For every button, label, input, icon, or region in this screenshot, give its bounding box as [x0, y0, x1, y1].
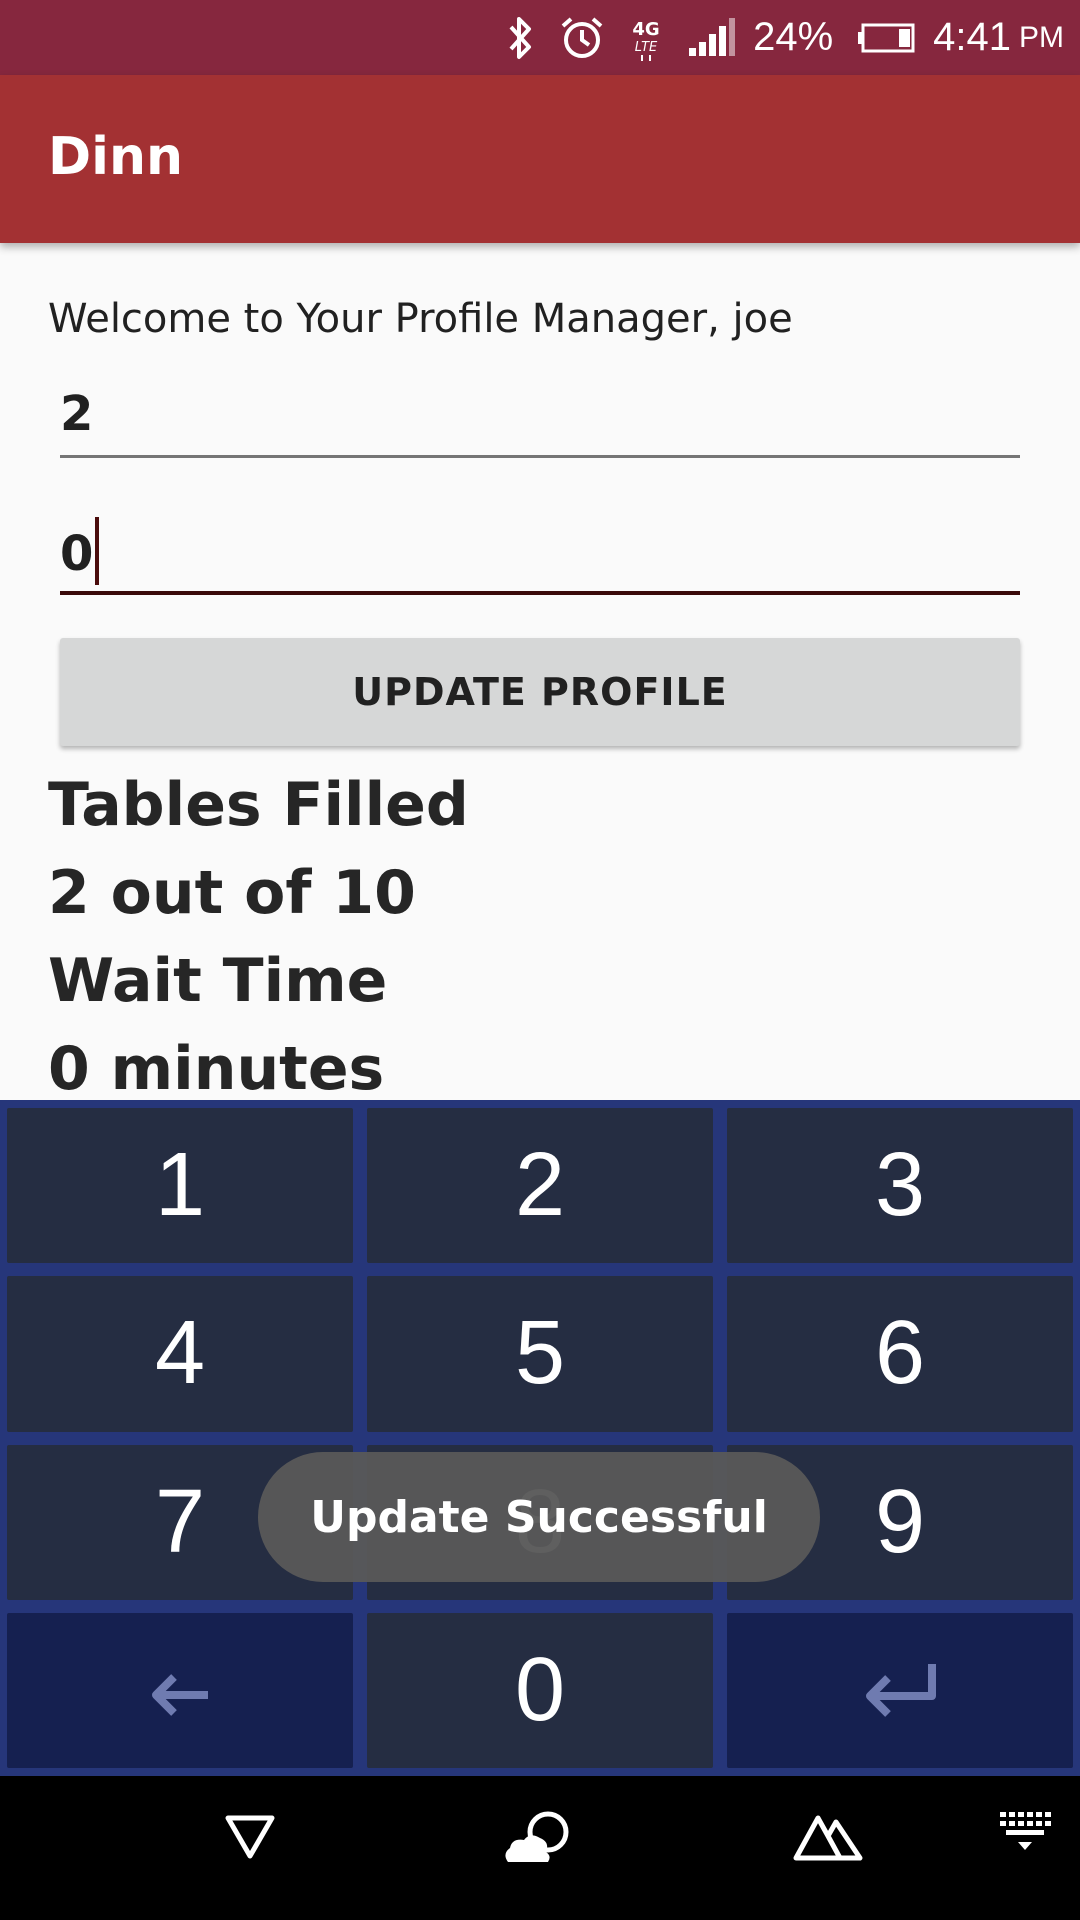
- wait-time-label: Wait Time: [48, 946, 388, 1016]
- backspace-arrow-icon: [148, 1639, 212, 1742]
- wait-time-input-value: 0: [60, 517, 100, 591]
- app-bar: Dinn: [0, 75, 1080, 243]
- wait-time-value: 0 minutes: [48, 1034, 385, 1104]
- numeric-keypad: 1 2 3 4 5 6 7 8 9 0: [0, 1100, 1080, 1776]
- tables-filled-input-value: 2: [60, 386, 94, 442]
- alarm-icon: [559, 15, 605, 61]
- home-cloud-icon[interactable]: [500, 1808, 576, 1868]
- key-2[interactable]: 2: [367, 1108, 713, 1264]
- back-icon[interactable]: [222, 1808, 278, 1864]
- tables-filled-input[interactable]: 2: [60, 378, 1020, 458]
- key-3[interactable]: 3: [727, 1108, 1073, 1264]
- enter-key[interactable]: [727, 1612, 1073, 1768]
- key-6[interactable]: 6: [727, 1276, 1073, 1432]
- key-5[interactable]: 5: [367, 1276, 713, 1432]
- svg-text:4G: 4G: [632, 19, 659, 40]
- update-profile-button[interactable]: UPDATE PROFILE: [60, 638, 1020, 746]
- svg-text:LTE: LTE: [635, 40, 658, 55]
- enter-icon: [860, 1639, 940, 1742]
- clock-ampm: PM: [1019, 20, 1064, 54]
- navigation-bar: [0, 1776, 1080, 1920]
- keyboard-icon[interactable]: [998, 1808, 1052, 1852]
- signal-icon: [687, 17, 736, 58]
- battery-icon: [857, 23, 915, 53]
- lte-icon: 4G LTE: [629, 15, 663, 61]
- key-1[interactable]: 1: [7, 1108, 353, 1264]
- tables-filled-label: Tables Filled: [48, 770, 469, 840]
- battery-percent: 24%: [753, 15, 834, 59]
- clock-time: 4:41: [933, 15, 1011, 59]
- toast-message: Update Successful: [258, 1452, 820, 1582]
- backspace-key[interactable]: [7, 1612, 353, 1768]
- tables-filled-value: 2 out of 10: [48, 858, 416, 928]
- key-4[interactable]: 4: [7, 1276, 353, 1432]
- wait-time-input[interactable]: 0: [60, 515, 1020, 595]
- text-cursor: [95, 517, 100, 585]
- bluetooth-icon: [505, 15, 535, 61]
- app-title: Dinn: [48, 127, 184, 187]
- status-bar: 4G LTE 24% 4:41 PM: [0, 0, 1080, 75]
- recents-icon[interactable]: [792, 1808, 864, 1864]
- welcome-message: Welcome to Your Profile Manager, joe: [48, 296, 793, 342]
- key-0[interactable]: 0: [367, 1612, 713, 1768]
